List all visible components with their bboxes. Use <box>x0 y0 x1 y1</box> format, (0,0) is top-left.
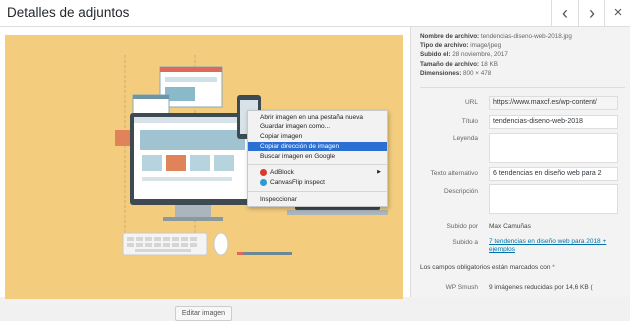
file-details: Nombre de archivo: tendencias-diseno-web… <box>420 32 625 78</box>
wp-smush-label: WP Smush <box>445 284 478 291</box>
required-note: Los campos obligatorios están marcados c… <box>420 264 555 271</box>
menu-item-inspect[interactable]: Inspeccionar <box>248 195 387 204</box>
context-menu: Abrir imagen en una pestaña nueva Guarda… <box>247 110 388 207</box>
uploaded-value: 28 noviembre, 2017 <box>452 51 508 59</box>
next-attachment-button[interactable]: › <box>578 0 605 27</box>
filesize-value: 18 KB <box>480 60 498 68</box>
menu-item-adblock-label: AdBlock <box>270 169 294 176</box>
uploaded-to-label: Subido a <box>452 239 478 246</box>
divider <box>420 87 625 88</box>
filesize-label: Tamaño de archivo: <box>420 60 480 68</box>
caption-label: Leyenda <box>453 135 478 142</box>
menu-item-canvasflip-label: CanvasFlip inspect <box>270 179 325 186</box>
uploaded-label: Subido el: <box>420 51 451 59</box>
menu-item-open-image-new-tab[interactable]: Abrir imagen en una pestaña nueva <box>248 113 387 122</box>
menu-item-canvasflip[interactable]: CanvasFlip inspect <box>248 178 387 188</box>
attachment-sidebar: Nombre de archivo: tendencias-diseno-web… <box>410 27 630 297</box>
close-button[interactable]: × <box>604 0 630 27</box>
uploaded-by-label: Subido por <box>446 223 478 230</box>
dimensions-label: Dimensiones: <box>420 69 462 77</box>
filetype-value: image/jpeg <box>470 42 502 50</box>
filename-label: Nombre de archivo: <box>420 33 480 40</box>
url-label: URL <box>464 99 478 106</box>
canvasflip-icon <box>260 179 267 186</box>
menu-separator <box>248 191 387 192</box>
menu-separator <box>248 164 387 165</box>
menu-item-adblock[interactable]: AdBlock ▶ <box>248 168 387 178</box>
title-label: Título <box>461 118 478 125</box>
description-label: Descripción <box>444 188 478 195</box>
wp-smush-value: 9 imágenes reducidas por 14,6 KB ( <box>489 284 593 291</box>
modal-title: Detalles de adjuntos <box>7 5 130 20</box>
filename-value: tendencias-diseno-web-2018.jpg <box>480 33 572 40</box>
menu-item-save-image-as[interactable]: Guardar imagen como... <box>248 122 387 131</box>
adblock-icon <box>260 169 267 176</box>
caption-textarea[interactable] <box>489 133 618 163</box>
alt-text-field[interactable]: 6 tendencias en diseño web para 2 <box>489 167 618 181</box>
chevron-left-icon: ‹ <box>562 3 568 23</box>
required-note-text: Los campos obligatorios están marcados c… <box>420 264 551 271</box>
menu-item-copy-image-address[interactable]: Copiar dirección de imagen <box>248 142 387 151</box>
menu-item-copy-image[interactable]: Copiar imagen <box>248 132 387 141</box>
title-field[interactable]: tendencias-diseno-web-2018 <box>489 115 618 129</box>
description-textarea[interactable] <box>489 184 618 214</box>
edit-image-button[interactable]: Editar imagen <box>175 306 232 321</box>
submenu-arrow-icon: ▶ <box>377 169 381 175</box>
chevron-right-icon: › <box>589 3 595 23</box>
previous-attachment-button[interactable]: ‹ <box>551 0 578 27</box>
attachment-details-modal: Detalles de adjuntos ‹ › × Editar imagen… <box>0 0 630 321</box>
uploaded-by-value: Max Camuñas <box>489 223 531 230</box>
modal-header: Detalles de adjuntos ‹ › × <box>0 0 630 27</box>
dimensions-value: 800 × 478 <box>463 69 492 77</box>
alt-text-label: Texto alternativo <box>430 170 478 177</box>
url-field[interactable]: https://www.maxcf.es/wp-content/ <box>489 96 618 110</box>
menu-item-search-image-google[interactable]: Buscar imagen en Google <box>248 152 387 161</box>
required-star: * <box>552 264 555 271</box>
close-icon: × <box>613 4 623 21</box>
uploaded-to-link[interactable]: 7 tendencias en diseño web para 2018 + e… <box>489 238 619 254</box>
filetype-label: Tipo de archivo: <box>420 42 469 50</box>
